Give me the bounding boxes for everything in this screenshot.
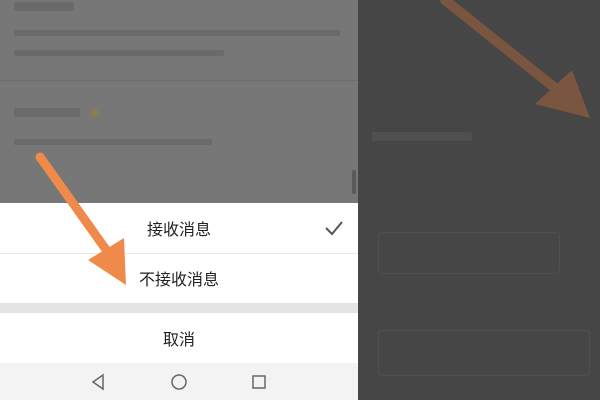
option-do-not-receive-messages[interactable]: 不接收消息 (0, 253, 358, 303)
square-recent-icon[interactable] (249, 372, 269, 392)
circle-home-icon[interactable] (169, 372, 189, 392)
action-sheet: 接收消息 不接收消息 取消 (0, 203, 358, 363)
phone-screen: 接收消息 不接收消息 取消 (0, 0, 358, 400)
checkmark-icon (325, 221, 343, 236)
blurred-secondary-screen (358, 0, 600, 400)
scrollbar[interactable] (352, 170, 356, 194)
option-label: 不接收消息 (138, 270, 219, 289)
triangle-back-icon[interactable] (89, 372, 109, 392)
system-nav-bar (0, 363, 358, 400)
divider (0, 80, 358, 81)
sheet-separator (0, 303, 358, 313)
blurred-panel (378, 330, 590, 376)
cancel-button[interactable]: 取消 (0, 313, 358, 363)
blurred-text (14, 108, 80, 117)
blurred-text (14, 139, 212, 145)
blurred-text (372, 132, 472, 141)
blurred-text (14, 30, 340, 36)
option-receive-messages[interactable]: 接收消息 (0, 203, 358, 253)
badge-dot (90, 108, 99, 117)
cancel-label: 取消 (162, 330, 195, 349)
blurred-panel (378, 232, 560, 274)
option-label: 接收消息 (146, 220, 211, 239)
blurred-text (14, 2, 74, 11)
blurred-text (14, 50, 224, 56)
